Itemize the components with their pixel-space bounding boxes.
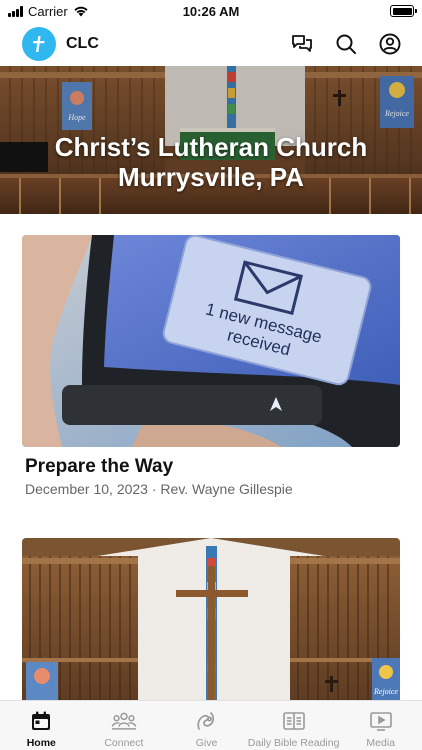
battery-fill — [392, 7, 412, 15]
sermon-date: December 10, 2023 — [25, 481, 148, 497]
hero-title: Christ’s Lutheran Church Murrysville, PA — [0, 132, 422, 192]
meta-separator: · — [151, 481, 157, 497]
sermon-title[interactable]: Prepare the Way — [25, 456, 173, 478]
tab-media[interactable]: Media — [339, 701, 422, 750]
church-altar-image: Rejoice — [22, 538, 400, 700]
card2-banner-text: Rejoice — [373, 687, 398, 696]
status-bar: Carrier 10:26 AM — [0, 0, 422, 22]
wifi-icon — [74, 6, 88, 17]
carrier-label: Carrier — [28, 3, 68, 19]
play-icon — [368, 709, 394, 733]
tab-label-bible: Daily Bible Reading — [247, 737, 340, 749]
app-name: CLC — [66, 35, 99, 52]
sermon-image[interactable]: 1 new message received — [22, 235, 400, 447]
tab-label-give: Give — [195, 737, 218, 749]
app-header: CLC — [0, 22, 422, 66]
book-icon — [281, 709, 307, 733]
tab-daily-bible-reading[interactable]: Daily Bible Reading — [247, 701, 340, 750]
tab-home[interactable]: Home — [0, 701, 83, 750]
sermon-image[interactable]: Rejoice — [22, 538, 400, 700]
tab-connect[interactable]: Connect — [83, 701, 166, 750]
tab-label-media: Media — [366, 737, 396, 749]
sermon-speaker: Rev. Wayne Gillespie — [160, 481, 293, 497]
header-actions — [290, 32, 402, 56]
battery-icon — [390, 5, 417, 17]
hero-title-church: Christ’s Lutheran Church — [54, 132, 368, 162]
sermon-meta: December 10, 2023 · Rev. Wayne Gillespie — [25, 481, 293, 497]
signal-icon — [8, 5, 23, 17]
search-icon[interactable] — [334, 32, 358, 56]
profile-icon[interactable] — [378, 32, 402, 56]
give-icon — [193, 709, 219, 733]
chat-bubbles-icon[interactable] — [290, 32, 314, 56]
group-icon — [111, 709, 137, 733]
tab-bar: Home Connect Give Daily Bible Reading Me… — [0, 700, 422, 750]
tab-label-home: Home — [26, 737, 56, 749]
tab-give[interactable]: Give — [165, 701, 248, 750]
hero-banner[interactable]: Hope Rejoice Christ’s Lutheran Church Mu… — [0, 66, 422, 214]
cross-logo-icon[interactable] — [22, 27, 56, 61]
tab-label-connect: Connect — [104, 737, 144, 749]
calendar-icon — [28, 709, 54, 733]
hero-title-location: Murrysville, PA — [118, 162, 304, 192]
status-left: Carrier — [8, 4, 89, 19]
phone-message-image: 1 new message received — [22, 235, 400, 447]
